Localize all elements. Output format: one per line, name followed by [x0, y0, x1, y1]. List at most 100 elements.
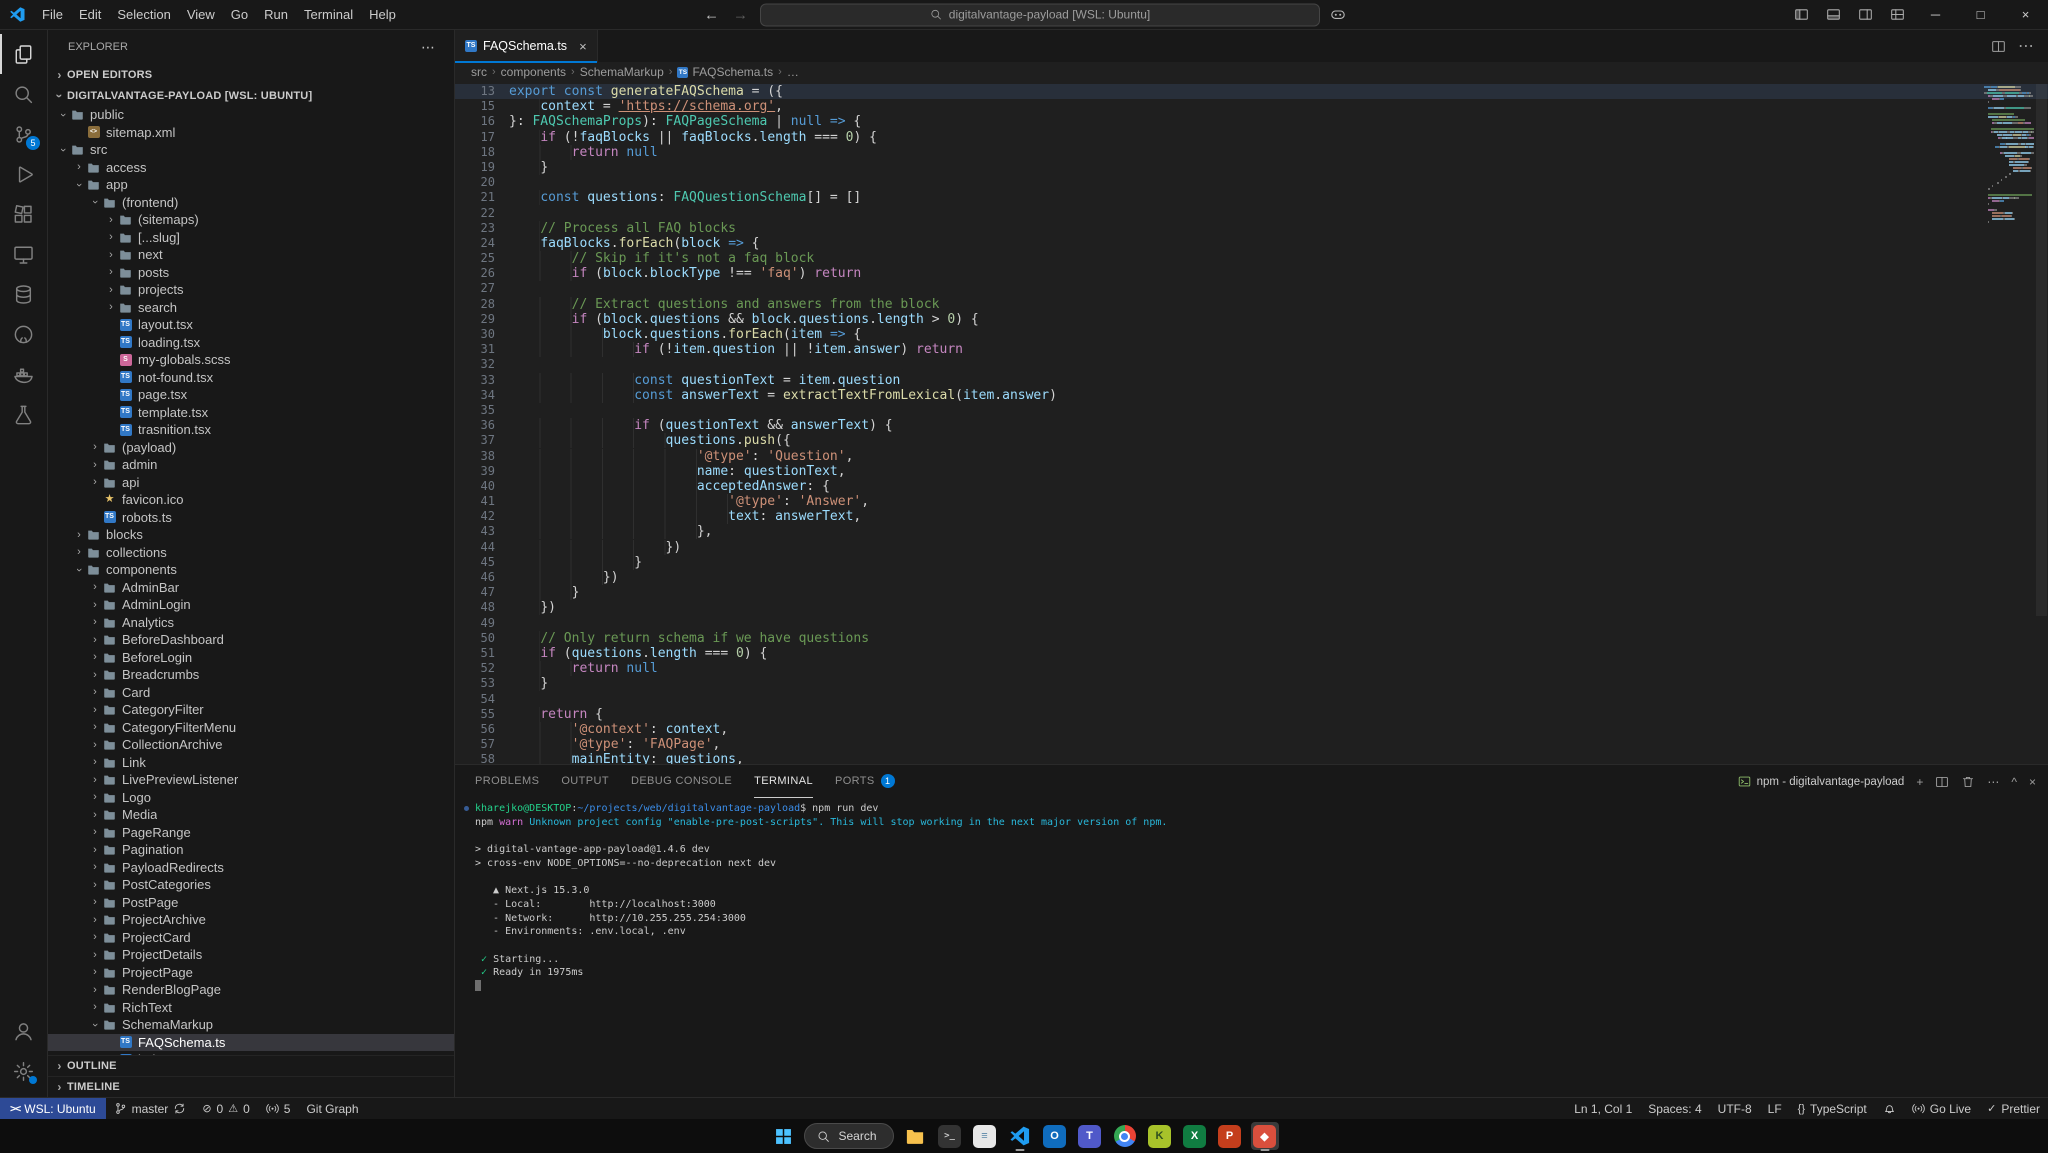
breadcrumb-item-schemamarkup[interactable]: SchemaMarkup — [580, 65, 664, 79]
minimap[interactable] — [1984, 86, 2034, 224]
tree-folder-api[interactable]: ›api — [48, 474, 454, 492]
tree-folder-admin[interactable]: ›admin — [48, 456, 454, 474]
activity-search[interactable] — [0, 74, 47, 114]
tree-folder-analytics[interactable]: ›Analytics — [48, 614, 454, 632]
taskbar-app-file-explorer[interactable] — [901, 1122, 929, 1150]
split-terminal-button[interactable] — [1935, 775, 1949, 789]
menu-terminal[interactable]: Terminal — [296, 4, 361, 25]
tree-folder-schemamarkup[interactable]: ›SchemaMarkup — [48, 1016, 454, 1034]
activity-github[interactable] — [0, 314, 47, 354]
menu-go[interactable]: Go — [223, 4, 256, 25]
status-cursor-position[interactable]: Ln 1, Col 1 — [1566, 1098, 1640, 1119]
panel-tab-output[interactable]: OUTPUT — [561, 765, 609, 798]
breadcrumb-item-faqschema-ts[interactable]: TSFAQSchema.ts — [677, 65, 773, 79]
activity-source-control[interactable]: 5 — [0, 114, 47, 154]
status-prettier[interactable]: ✓Prettier — [1979, 1098, 2048, 1119]
tree-folder-beforedashboard[interactable]: ›BeforeDashboard — [48, 631, 454, 649]
tree-folder-posts[interactable]: ›posts — [48, 264, 454, 282]
split-editor-icon[interactable] — [1991, 39, 2006, 54]
activity-extensions[interactable] — [0, 194, 47, 234]
tree-folder-frontend[interactable]: ›(frontend) — [48, 194, 454, 212]
new-terminal-button[interactable]: + — [1916, 775, 1923, 789]
copilot-icon[interactable] — [1330, 7, 1346, 23]
toggle-primary-sidebar-icon[interactable] — [1785, 0, 1817, 29]
status-encoding[interactable]: UTF-8 — [1710, 1098, 1760, 1119]
taskbar-app-pinned-app[interactable]: ◆ — [1251, 1122, 1279, 1150]
tree-file-faqschema-ts[interactable]: TSFAQSchema.ts — [48, 1034, 454, 1052]
outline-section[interactable]: › OUTLINE — [48, 1055, 454, 1076]
tree-folder-slug[interactable]: ›[...slug] — [48, 229, 454, 247]
tree-folder-richtext[interactable]: ›RichText — [48, 999, 454, 1017]
panel-tab-ports[interactable]: PORTS1 — [835, 765, 895, 798]
taskbar-search[interactable]: Search — [804, 1123, 893, 1149]
menu-edit[interactable]: Edit — [71, 4, 109, 25]
tree-folder-access[interactable]: ›access — [48, 159, 454, 177]
tree-folder-app[interactable]: ›app — [48, 176, 454, 194]
editor-scrollbar[interactable] — [2035, 82, 2048, 764]
tree-folder-card[interactable]: ›Card — [48, 684, 454, 702]
tree-folder-projectcard[interactable]: ›ProjectCard — [48, 929, 454, 947]
panel-tab-terminal[interactable]: TERMINAL — [754, 765, 813, 798]
toggle-panel-icon[interactable] — [1817, 0, 1849, 29]
tree-folder-adminbar[interactable]: ›AdminBar — [48, 579, 454, 597]
status-remote-indicator[interactable]: ><WSL: Ubuntu — [0, 1098, 106, 1119]
code-editor[interactable]: 13export const generateFAQSchema = ({15 … — [455, 82, 2048, 764]
tree-folder-logo[interactable]: ›Logo — [48, 789, 454, 807]
tree-file-not-found-tsx[interactable]: TSnot-found.tsx — [48, 369, 454, 387]
maximize-button[interactable]: □ — [1958, 0, 2003, 29]
taskbar-app-powerpoint[interactable]: P — [1216, 1122, 1244, 1150]
tree-folder-renderblogpage[interactable]: ›RenderBlogPage — [48, 981, 454, 999]
kill-terminal-button[interactable] — [1961, 775, 1975, 789]
menu-help[interactable]: Help — [361, 4, 404, 25]
close-button[interactable]: × — [2003, 0, 2048, 29]
tree-folder-sitemaps[interactable]: ›(sitemaps) — [48, 211, 454, 229]
tree-folder-media[interactable]: ›Media — [48, 806, 454, 824]
more-actions-icon[interactable]: ⋯ — [2018, 36, 2034, 56]
tree-file-trasnition-tsx[interactable]: TStrasnition.tsx — [48, 421, 454, 439]
activity-settings[interactable] — [0, 1051, 47, 1091]
open-editors-section[interactable]: › OPEN EDITORS — [48, 64, 454, 85]
panel-tab-debug-console[interactable]: DEBUG CONSOLE — [631, 765, 732, 798]
tab-faqschema[interactable]: TS FAQSchema.ts × — [455, 30, 598, 62]
activity-docker[interactable] — [0, 354, 47, 394]
status-language-mode[interactable]: {}TypeScript — [1790, 1098, 1875, 1119]
taskbar-app-chrome[interactable] — [1111, 1122, 1139, 1150]
tree-folder-beforelogin[interactable]: ›BeforeLogin — [48, 649, 454, 667]
activity-run-debug[interactable] — [0, 154, 47, 194]
terminal-output[interactable]: kharejko@DESKTOP:~/projects/web/digitalv… — [455, 798, 2048, 1097]
tree-folder-breadcrumbs[interactable]: ›Breadcrumbs — [48, 666, 454, 684]
tab-close-icon[interactable]: × — [579, 39, 587, 54]
taskbar-app-keepass[interactable]: K — [1146, 1122, 1174, 1150]
tree-folder-collectionarchive[interactable]: ›CollectionArchive — [48, 736, 454, 754]
tree-folder-categoryfilter[interactable]: ›CategoryFilter — [48, 701, 454, 719]
tree-folder-payloadredirects[interactable]: ›PayloadRedirects — [48, 859, 454, 877]
tree-folder-next[interactable]: ›next — [48, 246, 454, 264]
taskbar-app-windows-terminal[interactable]: >_ — [936, 1122, 964, 1150]
taskbar-app-excel[interactable]: X — [1181, 1122, 1209, 1150]
tree-file-robots-ts[interactable]: TSrobots.ts — [48, 509, 454, 527]
taskbar-app-outlook[interactable]: O — [1041, 1122, 1069, 1150]
tree-folder-payload[interactable]: ›(payload) — [48, 439, 454, 457]
panel-tab-problems[interactable]: PROBLEMS — [475, 765, 539, 798]
tree-folder-src[interactable]: ›src — [48, 141, 454, 159]
tree-folder-projectarchive[interactable]: ›ProjectArchive — [48, 911, 454, 929]
status-forwarded-ports[interactable]: 5 — [258, 1098, 299, 1119]
command-center-search[interactable]: digitalvantage-payload [WSL: Ubuntu] — [760, 3, 1320, 26]
start-button[interactable] — [769, 1122, 797, 1150]
tree-file-layout-tsx[interactable]: TSlayout.tsx — [48, 316, 454, 334]
tree-file-my-globals-scss[interactable]: Smy-globals.scss — [48, 351, 454, 369]
tree-folder-adminlogin[interactable]: ›AdminLogin — [48, 596, 454, 614]
tree-folder-blocks[interactable]: ›blocks — [48, 526, 454, 544]
breadcrumb-item-components[interactable]: components — [501, 65, 566, 79]
status-problems[interactable]: ⊘0⚠0 — [194, 1098, 257, 1119]
activity-remote-explorer[interactable] — [0, 234, 47, 274]
tree-folder-pagination[interactable]: ›Pagination — [48, 841, 454, 859]
breadcrumb-item-[interactable]: … — [787, 65, 799, 79]
tree-folder-search[interactable]: ›search — [48, 299, 454, 317]
project-root-section[interactable]: › DIGITALVANTAGE-PAYLOAD [WSL: UBUNTU] — [48, 85, 454, 106]
tree-folder-pagerange[interactable]: ›PageRange — [48, 824, 454, 842]
terminal-session[interactable]: npm - digitalvantage-payload — [1738, 775, 1905, 788]
menu-view[interactable]: View — [179, 4, 223, 25]
close-panel-button[interactable]: × — [2029, 775, 2036, 789]
maximize-panel-button[interactable]: ^ — [2011, 775, 2017, 789]
